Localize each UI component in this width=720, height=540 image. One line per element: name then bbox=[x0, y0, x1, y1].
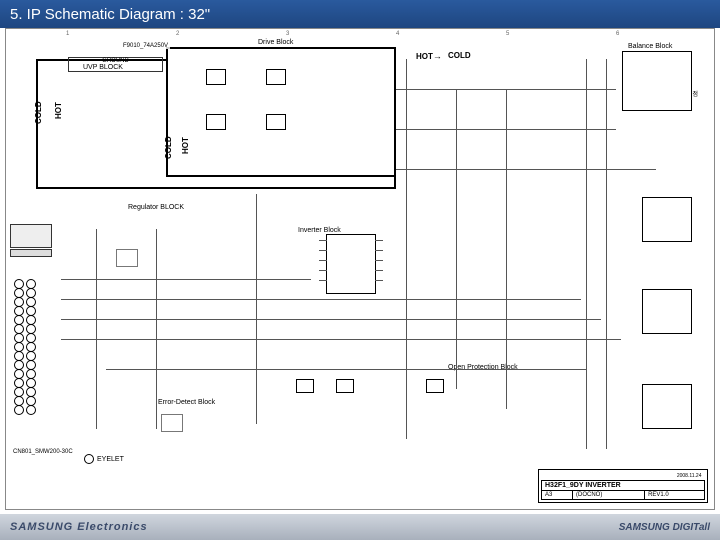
title-date: 2008.11.24 bbox=[677, 473, 702, 479]
title-block: 2008.11.24 H32F1_9DY INVERTER A3 (DOCNO)… bbox=[538, 469, 708, 503]
footer-brand-right: SAMSUNG DIGITall bbox=[619, 522, 710, 533]
connector-cn801 bbox=[14, 279, 64, 449]
grid-col-1: 1 bbox=[66, 31, 69, 37]
balance-transformer-4 bbox=[642, 384, 692, 429]
title-docno: (DOCNO) bbox=[576, 492, 602, 498]
regulator-block-label: Regulator BLOCK bbox=[126, 204, 186, 211]
connector-label: CN801_SMW200-30C bbox=[11, 449, 75, 455]
grid-col-2: 2 bbox=[176, 31, 179, 37]
connector-tab-2 bbox=[10, 249, 52, 257]
inverter-block-label: Inverter Block bbox=[296, 227, 343, 234]
mosfet-3 bbox=[206, 114, 226, 130]
mosfet-4 bbox=[266, 114, 286, 130]
hot-label-left: HOT bbox=[54, 102, 63, 119]
hot-arrow-label: HOT→ bbox=[416, 51, 442, 61]
grid-col-5: 5 bbox=[506, 31, 509, 37]
schematic-drawing: 1 2 3 4 5 6 COLD HOT COLD HOT HOT→ COLD … bbox=[5, 28, 715, 510]
balance-transformer-3 bbox=[642, 289, 692, 334]
eyelet-label: EYELET bbox=[97, 456, 124, 463]
eyelet-icon bbox=[84, 454, 94, 464]
header-title: 5. IP Schematic Diagram : 32" bbox=[10, 6, 210, 23]
drive-block-label: Drive Block bbox=[256, 39, 295, 46]
drive-block-outline bbox=[166, 47, 396, 177]
error-opamp bbox=[161, 414, 183, 432]
title-project: H32F1_9DY INVERTER bbox=[545, 482, 621, 489]
inverter-ic bbox=[326, 234, 376, 294]
cold-arrow-label: COLD bbox=[448, 51, 471, 60]
grid-col-6: 6 bbox=[616, 31, 619, 37]
slide-footer: SAMSUNG Electronics SAMSUNG DIGITall bbox=[0, 514, 720, 540]
grid-col-4: 4 bbox=[396, 31, 399, 37]
protection-mosfet-1 bbox=[296, 379, 314, 393]
cold-label-mid: COLD bbox=[164, 136, 173, 159]
fuse-label: F9010_74A250V bbox=[121, 43, 170, 49]
slide-header: 5. IP Schematic Diagram : 32" bbox=[0, 0, 720, 28]
mosfet-1 bbox=[206, 69, 226, 85]
balance-transformer-1 bbox=[622, 51, 692, 111]
balance-block-label: Balance Block bbox=[626, 43, 674, 50]
protection-mosfet-3 bbox=[426, 379, 444, 393]
grid-col-3: 3 bbox=[286, 31, 289, 37]
error-detect-label: Error-Detect Block bbox=[156, 399, 217, 406]
balance-transformer-2 bbox=[642, 197, 692, 242]
hot-label-mid: HOT bbox=[181, 137, 190, 154]
footer-brand-left: SAMSUNG Electronics bbox=[10, 521, 148, 533]
connector-tab-1 bbox=[10, 224, 52, 248]
cold-label-left: COLD bbox=[34, 101, 43, 124]
title-size: A3 bbox=[545, 492, 552, 498]
protection-mosfet-2 bbox=[336, 379, 354, 393]
title-rev: REV1.0 bbox=[648, 492, 669, 498]
mosfet-2 bbox=[266, 69, 286, 85]
eyelet-marker: EYELET bbox=[84, 454, 124, 464]
regulator-opamp bbox=[116, 249, 138, 267]
ground-label-box: GROUND bbox=[68, 57, 163, 72]
